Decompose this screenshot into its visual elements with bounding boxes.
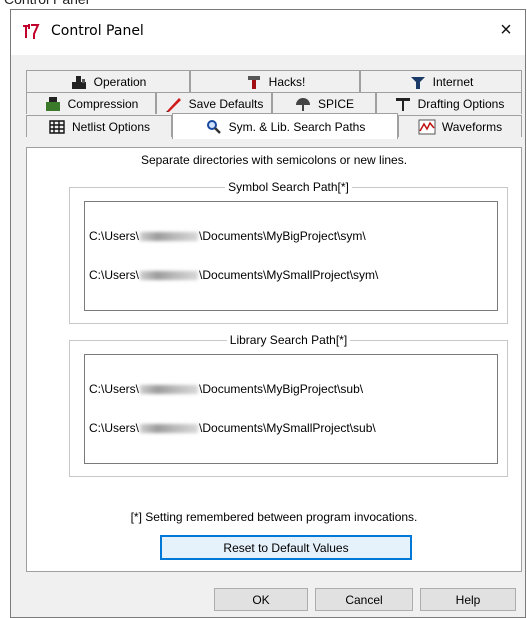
window-title: Control Panel bbox=[51, 23, 144, 39]
tab-label: Save Defaults bbox=[188, 96, 264, 111]
waveforms-icon bbox=[418, 119, 436, 134]
tab-label: Operation bbox=[93, 74, 147, 89]
tab-internet[interactable]: Internet bbox=[360, 70, 522, 92]
path-line: C:\Users\ \Documents\MySmallProject\sym\ bbox=[89, 268, 379, 282]
symbol-search-path-input[interactable]: C:\Users\ \Documents\MyBigProject\sym\ C:… bbox=[84, 201, 498, 311]
compression-icon bbox=[45, 96, 60, 111]
background-window-strip: Control Panel bbox=[0, 0, 527, 9]
tab-hacks[interactable]: Hacks! bbox=[190, 70, 360, 92]
save-defaults-icon bbox=[165, 97, 181, 112]
library-search-path-input[interactable]: C:\Users\ \Documents\MyBigProject\sub\ C:… bbox=[84, 354, 498, 464]
redacted-username bbox=[140, 424, 199, 434]
separator-hint: Separate directories with semicolons or … bbox=[140, 153, 408, 167]
tab-label: Internet bbox=[432, 74, 474, 89]
tab-label: Sym. & Lib. Search Paths bbox=[228, 119, 366, 134]
netlist-options-icon bbox=[49, 119, 65, 134]
ok-button[interactable]: OK bbox=[214, 588, 308, 611]
path-line: C:\Users\ \Documents\MyBigProject\sub\ bbox=[89, 382, 364, 396]
cancel-button[interactable]: Cancel bbox=[315, 588, 413, 611]
hacks-icon bbox=[247, 75, 260, 89]
path-line: C:\Users\ \Documents\MySmallProject\sub\ bbox=[89, 421, 376, 435]
tab-operation[interactable]: Operation bbox=[26, 70, 190, 92]
persistence-note: [*] Setting remembered between program i… bbox=[130, 510, 418, 524]
tab-label: Compression bbox=[67, 96, 139, 111]
close-icon[interactable]: × bbox=[495, 19, 517, 41]
tab-label: Netlist Options bbox=[71, 119, 151, 134]
internet-icon bbox=[410, 76, 425, 89]
tab-waveforms[interactable]: Waveforms bbox=[398, 115, 522, 137]
tab-netlist-options[interactable]: Netlist Options bbox=[26, 115, 172, 137]
reset-defaults-button[interactable]: Reset to Default Values bbox=[160, 535, 412, 560]
drafting-options-icon bbox=[395, 97, 410, 111]
magnifier-icon bbox=[206, 119, 221, 134]
tab-compression[interactable]: Compression bbox=[26, 92, 156, 114]
tab-label: Waveforms bbox=[441, 119, 503, 134]
redacted-username bbox=[140, 271, 199, 281]
tab-sym-lib-search-paths[interactable]: Sym. & Lib. Search Paths bbox=[172, 113, 398, 139]
title-bar[interactable]: Control Panel × bbox=[11, 10, 525, 55]
tab-drafting-options[interactable]: Drafting Options bbox=[376, 92, 522, 114]
tab-page-search-paths: Separate directories with semicolons or … bbox=[26, 147, 522, 572]
app-icon bbox=[23, 24, 40, 39]
redacted-username bbox=[140, 385, 199, 395]
path-line: C:\Users\ \Documents\MyBigProject\sym\ bbox=[89, 229, 366, 243]
tab-save-defaults[interactable]: Save Defaults bbox=[156, 92, 272, 114]
control-panel-dialog: Control Panel × Operation Hacks! Interne… bbox=[10, 9, 526, 618]
spice-icon bbox=[295, 97, 310, 111]
library-search-path-label: Library Search Path[*] bbox=[226, 333, 351, 347]
redacted-username bbox=[140, 232, 199, 242]
help-button[interactable]: Help bbox=[420, 588, 516, 611]
symbol-search-path-label: Symbol Search Path[*] bbox=[225, 180, 352, 194]
tab-label: Hacks! bbox=[268, 74, 306, 89]
tab-spice[interactable]: SPICE bbox=[272, 92, 376, 114]
tab-label: Drafting Options bbox=[417, 96, 505, 111]
tab-label: SPICE bbox=[317, 96, 354, 111]
operation-icon bbox=[71, 75, 86, 89]
